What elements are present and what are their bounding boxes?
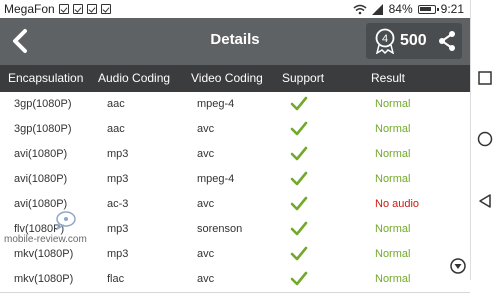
column-header-encapsulation: Encapsulation [8, 71, 84, 85]
recent-apps-icon[interactable] [477, 70, 493, 86]
task-icon [100, 4, 111, 14]
scroll-down-icon[interactable] [450, 258, 466, 274]
video-coding-cell: avc [197, 248, 215, 260]
task-icon [72, 4, 83, 14]
checkmark-icon [290, 221, 308, 236]
column-header-audio: Audio Coding [98, 71, 171, 85]
checkmark-icon [290, 146, 308, 161]
speech-bubble-logo-icon [55, 211, 76, 230]
result-cell: No audio [375, 198, 420, 210]
result-cell: Normal [375, 173, 411, 185]
result-cell: Normal [375, 248, 411, 260]
table-row[interactable]: avi(1080P) mp3 mpeg-4 Normal [0, 167, 470, 193]
encapsulation-cell: avi(1080P) [14, 198, 68, 210]
checkmark-icon [290, 171, 308, 186]
encapsulation-cell: avi(1080P) [14, 148, 68, 160]
column-header-support: Support [282, 71, 325, 85]
medal-number: 4 [382, 33, 388, 45]
task-icon [86, 4, 97, 14]
top-app-bar: Details 4 500 [0, 18, 470, 65]
audio-coding-cell: ac-3 [107, 198, 129, 210]
result-cell: Normal [375, 148, 411, 160]
checkmark-icon [290, 271, 308, 286]
battery-percent: 84% [388, 2, 413, 16]
checkmark-icon [290, 246, 308, 261]
video-coding-cell: avc [197, 123, 215, 135]
encapsulation-cell: 3gp(1080P) [14, 98, 72, 110]
notification-icon [58, 4, 69, 14]
result-cell: Normal [375, 223, 411, 235]
clock: 9:21 [440, 2, 464, 16]
battery-icon [417, 4, 439, 14]
score-value: 500 [400, 32, 427, 49]
video-coding-cell: avc [197, 198, 215, 210]
audio-coding-cell: aac [107, 123, 125, 135]
audio-coding-cell: aac [107, 98, 125, 110]
result-cell: Normal [375, 98, 411, 110]
table-row[interactable]: 3gp(1080P) aac mpeg-4 Normal [0, 92, 470, 118]
encapsulation-cell: 3gp(1080P) [14, 123, 72, 135]
encapsulation-cell: avi(1080P) [14, 173, 68, 185]
table-row[interactable]: avi(1080P) mp3 avc Normal [0, 142, 470, 168]
carrier-label: MegaFon [4, 2, 55, 16]
medal-icon: 4 [375, 28, 395, 54]
result-cell: Normal [375, 123, 411, 135]
table-row[interactable]: 3gp(1080P) aac avc Normal [0, 117, 470, 143]
score-badge[interactable]: 4 500 [366, 23, 462, 59]
home-icon[interactable] [477, 131, 493, 147]
table-header: Encapsulation Audio Coding Video Coding … [0, 65, 470, 92]
status-bar: MegaFon 84% 9:21 [0, 0, 470, 18]
video-coding-cell: avc [197, 273, 215, 285]
table-row[interactable]: mkv(1080P) flac avc Normal [0, 267, 470, 293]
share-icon[interactable] [438, 31, 456, 51]
watermark-text: mobile-review.com [4, 234, 87, 245]
column-header-video: Video Coding [191, 71, 263, 85]
audio-coding-cell: flac [107, 273, 125, 285]
video-coding-cell: avc [197, 148, 215, 160]
system-nav-bar [470, 0, 498, 280]
signal-icon [371, 3, 383, 15]
checkmark-icon [290, 196, 308, 211]
wifi-icon [353, 4, 367, 14]
audio-coding-cell: mp3 [107, 148, 129, 160]
back-nav-icon[interactable] [477, 193, 493, 209]
video-coding-cell: mpeg-4 [197, 173, 235, 185]
checkmark-icon [290, 96, 308, 111]
audio-coding-cell: mp3 [107, 173, 129, 185]
video-coding-cell: sorenson [197, 223, 243, 235]
watermark: mobile-review.com [2, 210, 112, 250]
column-header-result: Result [371, 71, 406, 85]
video-coding-cell: mpeg-4 [197, 98, 235, 110]
encapsulation-cell: mkv(1080P) [14, 273, 74, 285]
checkmark-icon [290, 121, 308, 136]
result-cell: Normal [375, 273, 411, 285]
